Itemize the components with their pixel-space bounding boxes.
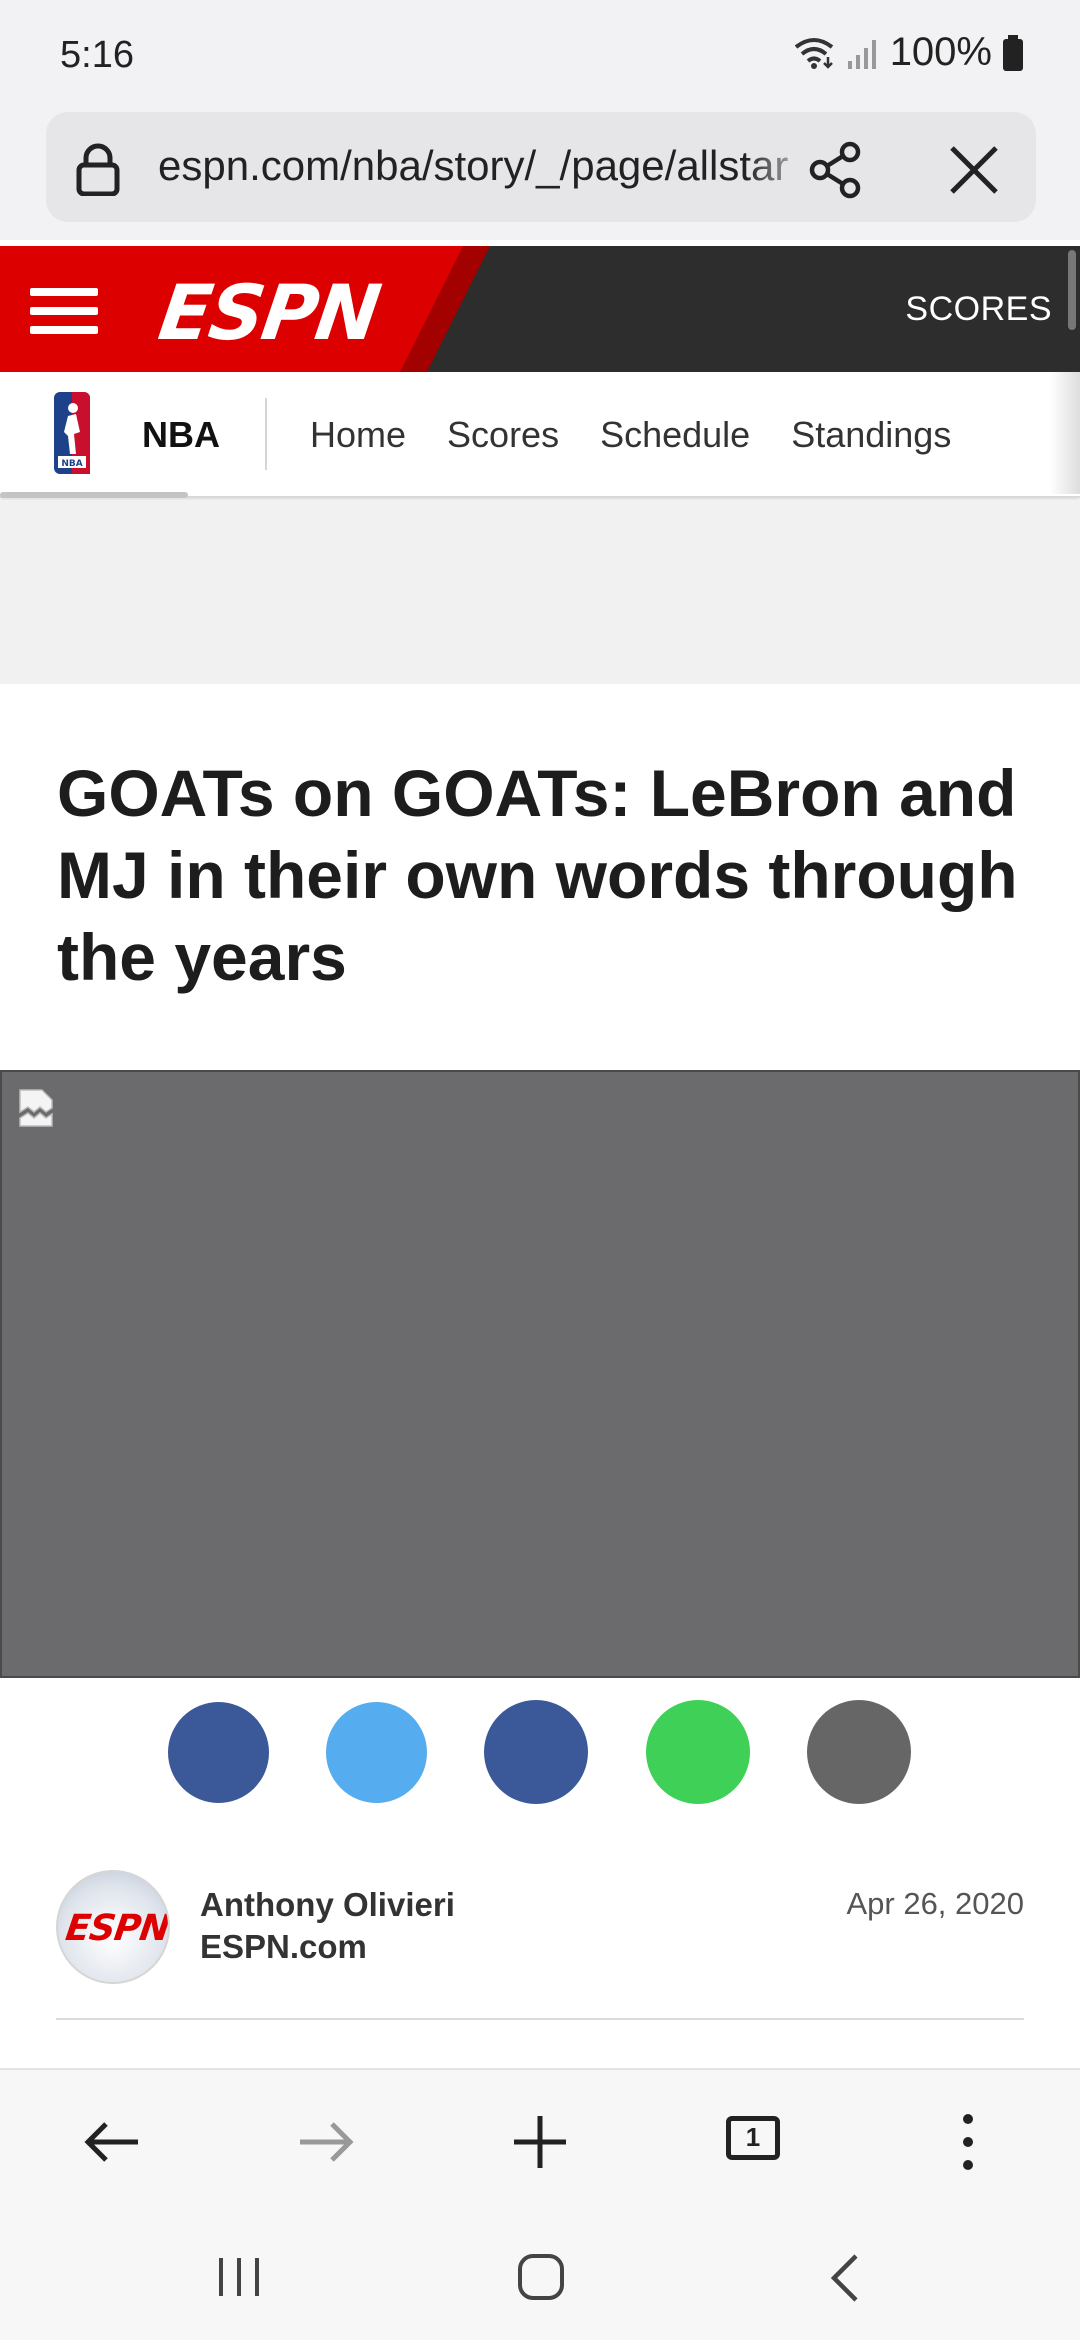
share-buttons [0, 1700, 1080, 1810]
nav-fade [1050, 372, 1080, 494]
share-facebook-button[interactable] [168, 1702, 269, 1803]
hero-image[interactable] [0, 1070, 1080, 1678]
nav-link-home[interactable]: Home [310, 414, 406, 456]
recent-apps-icon[interactable] [214, 2254, 264, 2300]
avatar-espn-logo: ESPN [63, 1908, 170, 1949]
nav-link-schedule[interactable]: Schedule [600, 414, 750, 456]
nav-divider [265, 398, 267, 470]
ad-slot [0, 500, 1080, 684]
share-email-button[interactable] [807, 1700, 911, 1804]
share-twitter-button[interactable] [326, 1702, 427, 1803]
nav-link-standings[interactable]: Standings [791, 414, 951, 456]
author-name[interactable]: Anthony Olivieri [200, 1886, 455, 1924]
scores-link[interactable]: SCORES [905, 290, 1052, 329]
more-menu-icon[interactable] [932, 2106, 1004, 2178]
publish-date: Apr 26, 2020 [846, 1886, 1024, 1921]
article-headline: GOATs on GOATs: LeBron and MJ in their o… [57, 756, 1018, 994]
back-icon[interactable] [826, 2252, 866, 2304]
home-icon[interactable] [516, 2252, 566, 2302]
author-source: ESPN.com [200, 1928, 367, 1965]
nav-scroll-indicator [0, 492, 188, 498]
new-tab-plus-icon[interactable] [504, 2106, 576, 2178]
league-label[interactable]: NBA [142, 414, 220, 456]
battery-icon [1003, 34, 1023, 71]
svg-text:NBA: NBA [61, 459, 82, 469]
share-icon[interactable] [806, 140, 866, 200]
share-messenger-button[interactable] [484, 1700, 588, 1804]
espn-logo[interactable]: ESPN [154, 268, 384, 357]
lock-icon [76, 143, 120, 196]
status-icons: 100% [792, 30, 1024, 75]
signal-icon [847, 39, 876, 69]
address-bar[interactable]: espn.com/nba/story/_/page/allstar [46, 112, 1036, 222]
wifi-icon [794, 37, 833, 69]
screen: 5:16 100% espn.com/nba/story/_/page/alls… [0, 0, 1080, 2340]
nav-links: Home Scores Schedule Standings [310, 414, 992, 456]
close-icon[interactable] [946, 142, 1002, 198]
tabs-icon[interactable]: 1 [726, 2116, 780, 2160]
site-header: ESPN SCORES [0, 246, 1080, 372]
forward-arrow-icon[interactable] [290, 2106, 362, 2178]
league-sub-nav: NBA NBA Home Scores Schedule Standings [0, 372, 1080, 498]
byline-divider [56, 2018, 1024, 2020]
browser-toolbar-top: espn.com/nba/story/_/page/allstar [0, 110, 1080, 354]
status-time: 5:16 [60, 34, 134, 76]
url-text[interactable]: espn.com/nba/story/_/page/allstar [158, 142, 812, 194]
back-arrow-icon[interactable] [76, 2106, 148, 2178]
share-whatsapp-button[interactable] [646, 1700, 750, 1804]
author-avatar: ESPN [56, 1870, 170, 1984]
status-bar: 5:16 100% [0, 0, 1080, 110]
nav-link-scores[interactable]: Scores [447, 414, 559, 456]
battery-percent: 100% [889, 30, 992, 74]
nba-logo-icon[interactable]: NBA [54, 392, 90, 474]
article-byline: ESPN Anthony Olivieri ESPN.com Apr 26, 2… [0, 1870, 1080, 2020]
browser-bottom-toolbar: 1 [0, 2068, 1080, 2214]
header-scroll-indicator [1068, 250, 1076, 330]
system-nav-bar [0, 2214, 1080, 2340]
hamburger-menu-icon[interactable] [30, 288, 98, 334]
broken-image-icon [19, 1089, 53, 1127]
